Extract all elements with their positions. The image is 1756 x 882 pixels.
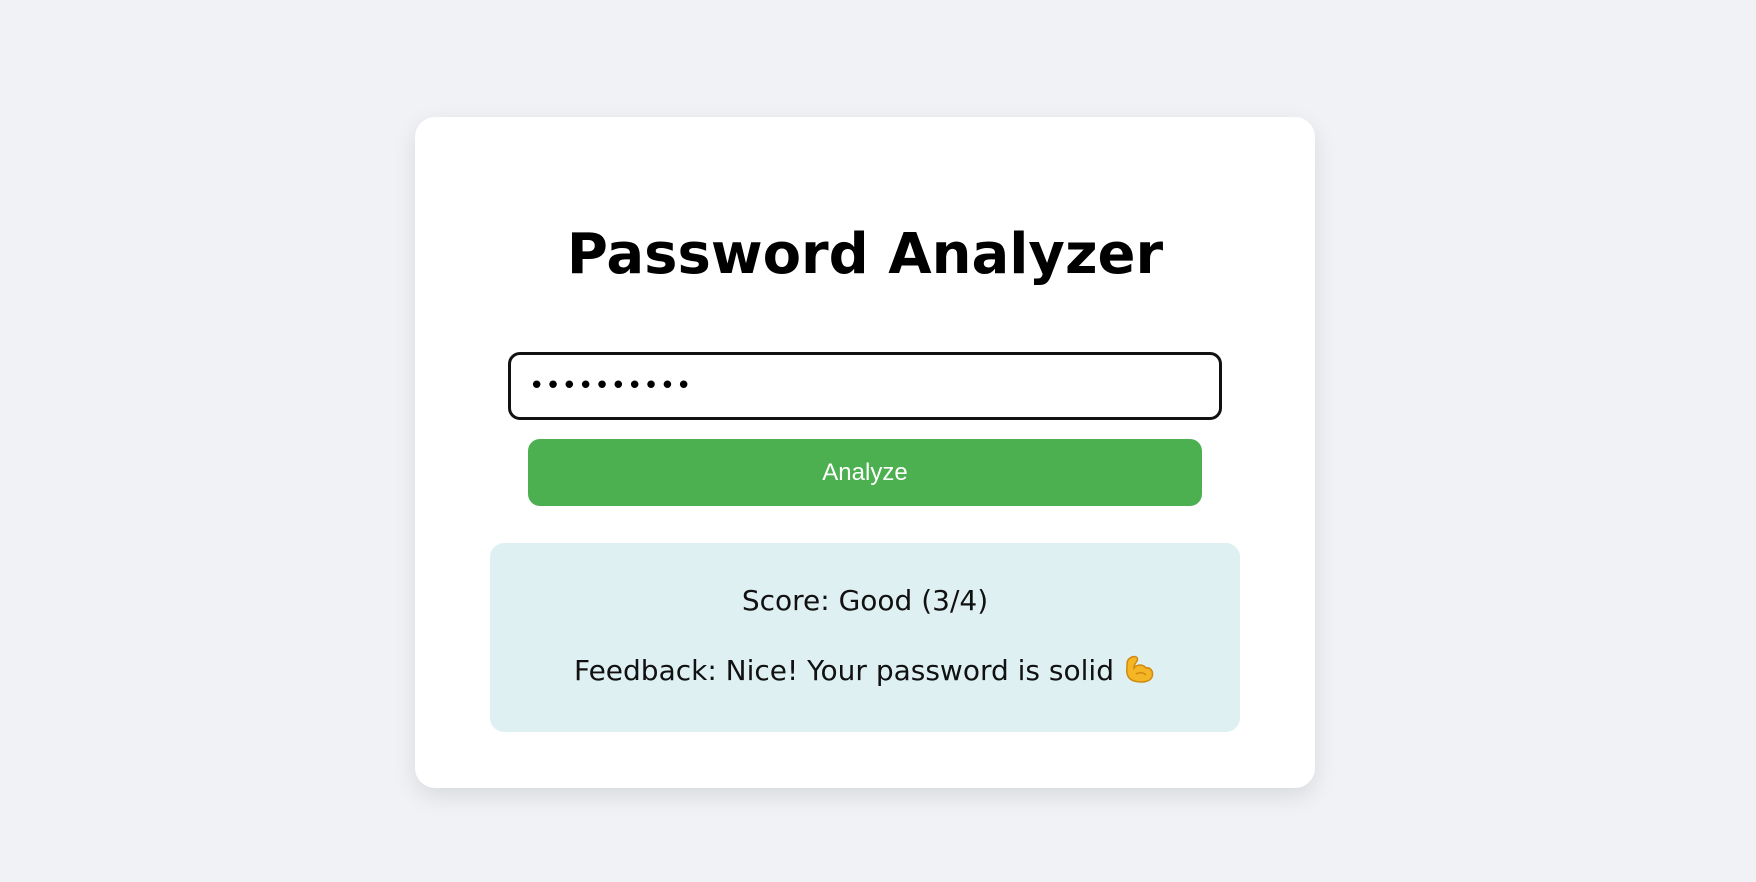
flexed-biceps-icon	[1124, 654, 1156, 693]
feedback-text: Feedback: Nice! Your password is solid	[574, 654, 1114, 687]
score-text: Score: Good (3/4)	[741, 584, 989, 617]
analyze-button[interactable]: Analyze	[528, 439, 1202, 506]
analyzer-card: Password Analyzer Analyze Score: Good (3…	[415, 117, 1315, 788]
result-panel: Score: Good (3/4) Feedback: Nice! Your p…	[490, 543, 1240, 732]
page-title: Password Analyzer	[566, 222, 1164, 287]
feedback-line: Feedback: Nice! Your password is solid	[490, 653, 1240, 693]
password-input[interactable]	[508, 352, 1222, 420]
